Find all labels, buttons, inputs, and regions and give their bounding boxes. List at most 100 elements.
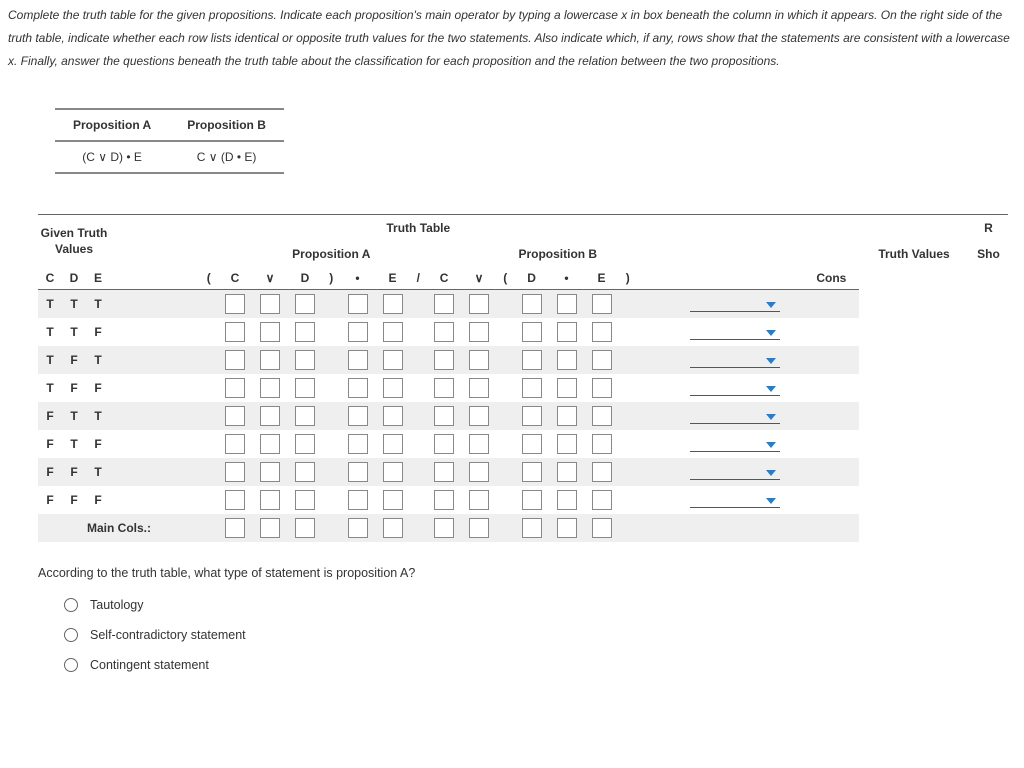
main-col-input[interactable] — [295, 518, 315, 538]
truth-cell-input[interactable] — [295, 294, 315, 314]
truth-cell-input[interactable] — [260, 294, 280, 314]
truth-cell-input[interactable] — [225, 350, 245, 370]
truth-cell-input[interactable] — [383, 322, 403, 342]
truth-cell-input[interactable] — [557, 434, 577, 454]
truth-cell-input[interactable] — [469, 322, 489, 342]
truth-cell-input[interactable] — [348, 406, 368, 426]
truth-cell-input[interactable] — [434, 378, 454, 398]
truth-cell-input[interactable] — [225, 378, 245, 398]
option-tautology[interactable]: Tautology — [64, 590, 1024, 620]
truth-cell-input[interactable] — [592, 294, 612, 314]
truth-cell-input[interactable] — [522, 406, 542, 426]
truth-cell-input[interactable] — [260, 322, 280, 342]
truth-cell-input[interactable] — [383, 350, 403, 370]
main-col-input[interactable] — [348, 518, 368, 538]
truth-cell-input[interactable] — [383, 434, 403, 454]
truth-cell-input[interactable] — [557, 406, 577, 426]
main-col-input[interactable] — [469, 518, 489, 538]
truth-cell-input[interactable] — [469, 294, 489, 314]
truth-cell-input[interactable] — [592, 434, 612, 454]
main-col-input[interactable] — [383, 518, 403, 538]
truth-cell-input[interactable] — [434, 490, 454, 510]
truth-cell-input[interactable] — [469, 490, 489, 510]
truth-cell-input[interactable] — [348, 434, 368, 454]
truth-cell-input[interactable] — [383, 490, 403, 510]
truth-cell-input[interactable] — [557, 294, 577, 314]
truth-values-dropdown[interactable] — [690, 438, 780, 452]
option-self-contradictory[interactable]: Self-contradictory statement — [64, 620, 1024, 650]
main-col-input[interactable] — [434, 518, 454, 538]
truth-cell-input[interactable] — [469, 406, 489, 426]
truth-cell-input[interactable] — [295, 462, 315, 482]
main-col-input[interactable] — [260, 518, 280, 538]
truth-cell-input[interactable] — [383, 378, 403, 398]
truth-values-dropdown[interactable] — [690, 494, 780, 508]
truth-cell-input[interactable] — [225, 462, 245, 482]
truth-cell-input[interactable] — [557, 462, 577, 482]
truth-cell-input[interactable] — [557, 490, 577, 510]
truth-cell-input[interactable] — [469, 350, 489, 370]
truth-cell-input[interactable] — [348, 294, 368, 314]
truth-cell-input[interactable] — [260, 378, 280, 398]
truth-cell-input[interactable] — [383, 462, 403, 482]
truth-values-dropdown[interactable] — [690, 354, 780, 368]
truth-cell-input[interactable] — [592, 350, 612, 370]
truth-cell-input[interactable] — [348, 462, 368, 482]
truth-cell-input[interactable] — [557, 322, 577, 342]
truth-cell-input[interactable] — [225, 406, 245, 426]
truth-cell-input[interactable] — [295, 434, 315, 454]
truth-cell-input[interactable] — [434, 322, 454, 342]
truth-cell-input[interactable] — [522, 462, 542, 482]
truth-cell-input[interactable] — [260, 434, 280, 454]
truth-cell-input[interactable] — [225, 490, 245, 510]
main-col-input[interactable] — [225, 518, 245, 538]
truth-values-dropdown[interactable] — [690, 382, 780, 396]
truth-cell-input[interactable] — [295, 406, 315, 426]
truth-values-dropdown[interactable] — [690, 410, 780, 424]
main-col-input[interactable] — [557, 518, 577, 538]
truth-cell-input[interactable] — [522, 322, 542, 342]
truth-cell-input[interactable] — [592, 378, 612, 398]
truth-cell-input[interactable] — [522, 378, 542, 398]
truth-cell-input[interactable] — [592, 490, 612, 510]
truth-cell-input[interactable] — [592, 322, 612, 342]
truth-cell-input[interactable] — [434, 462, 454, 482]
truth-cell-input[interactable] — [469, 434, 489, 454]
truth-cell-input[interactable] — [434, 350, 454, 370]
truth-cell-input[interactable] — [469, 378, 489, 398]
truth-cell-input[interactable] — [295, 350, 315, 370]
truth-cell-input[interactable] — [522, 434, 542, 454]
truth-cell-input[interactable] — [348, 350, 368, 370]
truth-cell-input[interactable] — [348, 322, 368, 342]
truth-cell-input[interactable] — [557, 350, 577, 370]
truth-cell-input[interactable] — [225, 434, 245, 454]
truth-values-dropdown[interactable] — [690, 298, 780, 312]
truth-cell-input[interactable] — [260, 406, 280, 426]
truth-cell-input[interactable] — [592, 462, 612, 482]
truth-cell-input[interactable] — [557, 378, 577, 398]
truth-cell-input[interactable] — [295, 322, 315, 342]
main-col-input[interactable] — [592, 518, 612, 538]
truth-cell-input[interactable] — [522, 294, 542, 314]
truth-cell-input[interactable] — [522, 490, 542, 510]
truth-values-dropdown[interactable] — [690, 326, 780, 340]
truth-cell-input[interactable] — [260, 490, 280, 510]
truth-cell-input[interactable] — [260, 462, 280, 482]
truth-cell-input[interactable] — [260, 350, 280, 370]
truth-cell-input[interactable] — [295, 490, 315, 510]
truth-cell-input[interactable] — [383, 406, 403, 426]
truth-cell-input[interactable] — [348, 378, 368, 398]
truth-values-dropdown[interactable] — [690, 466, 780, 480]
truth-cell-input[interactable] — [225, 294, 245, 314]
truth-cell-input[interactable] — [348, 490, 368, 510]
truth-cell-input[interactable] — [434, 294, 454, 314]
main-col-input[interactable] — [522, 518, 542, 538]
truth-cell-input[interactable] — [592, 406, 612, 426]
truth-cell-input[interactable] — [434, 406, 454, 426]
truth-cell-input[interactable] — [383, 294, 403, 314]
truth-cell-input[interactable] — [295, 378, 315, 398]
truth-cell-input[interactable] — [469, 462, 489, 482]
truth-cell-input[interactable] — [225, 322, 245, 342]
truth-cell-input[interactable] — [434, 434, 454, 454]
truth-cell-input[interactable] — [522, 350, 542, 370]
